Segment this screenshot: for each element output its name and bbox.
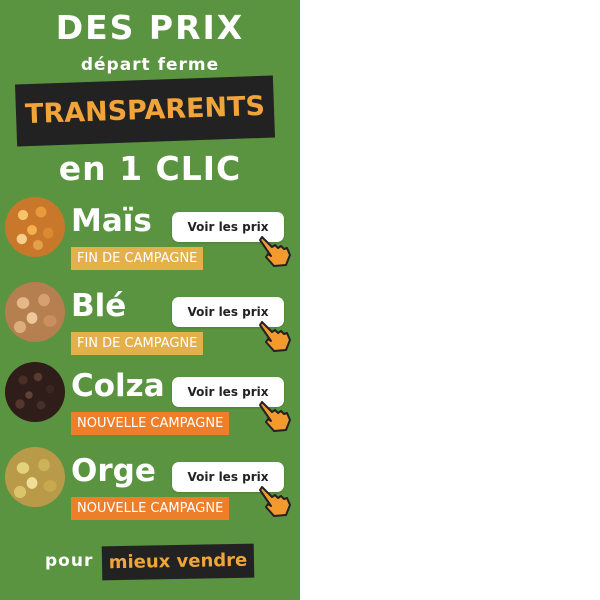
mieux-vendre-tag: mieux vendre bbox=[101, 543, 255, 581]
wheat-grain-icon bbox=[5, 282, 65, 342]
crop-name: Blé bbox=[71, 288, 127, 324]
campaign-badge: NOUVELLE CAMPAGNE bbox=[71, 497, 230, 520]
crop-name: Colza bbox=[71, 368, 165, 404]
pointing-hand-icon bbox=[259, 236, 291, 267]
price-ad-banner[interactable]: DES PRIX départ ferme TRANSPARENTS en 1 … bbox=[0, 0, 300, 600]
footer-pour: pour bbox=[45, 551, 94, 571]
transparents-label: TRANSPARENTS bbox=[24, 90, 266, 131]
transparents-tag: TRANSPARENTS bbox=[14, 75, 276, 147]
headline-depart-ferme: départ ferme bbox=[80, 55, 220, 75]
footer-tagline: pour mieux vendre bbox=[0, 543, 300, 581]
campaign-badge: NOUVELLE CAMPAGNE bbox=[71, 412, 230, 435]
crop-name: Orge bbox=[71, 453, 156, 489]
campaign-badge: FIN DE CAMPAGNE bbox=[71, 332, 204, 355]
crop-row-orge: Orge Voir les prix NOUVELLE CAMPAGNE bbox=[0, 445, 300, 523]
crop-row-colza: Colza Voir les prix NOUVELLE CAMPAGNE bbox=[0, 360, 300, 438]
headline-des-prix: DES PRIX bbox=[55, 8, 245, 47]
pointing-hand-icon bbox=[259, 321, 291, 352]
crop-row-mais: Maïs Voir les prix FIN DE CAMPAGNE bbox=[0, 195, 300, 273]
barley-grain-icon bbox=[5, 447, 65, 507]
rapeseed-grain-icon bbox=[5, 362, 65, 422]
campaign-badge: FIN DE CAMPAGNE bbox=[71, 247, 204, 270]
crop-name: Maïs bbox=[71, 203, 152, 239]
maize-grain-icon bbox=[5, 197, 65, 257]
crop-row-ble: Blé Voir les prix FIN DE CAMPAGNE bbox=[0, 280, 300, 358]
pointing-hand-icon bbox=[259, 486, 291, 517]
mieux-vendre-label: mieux vendre bbox=[108, 549, 248, 574]
headline-en-1-clic: en 1 CLIC bbox=[58, 149, 242, 188]
pointing-hand-icon bbox=[259, 401, 291, 432]
